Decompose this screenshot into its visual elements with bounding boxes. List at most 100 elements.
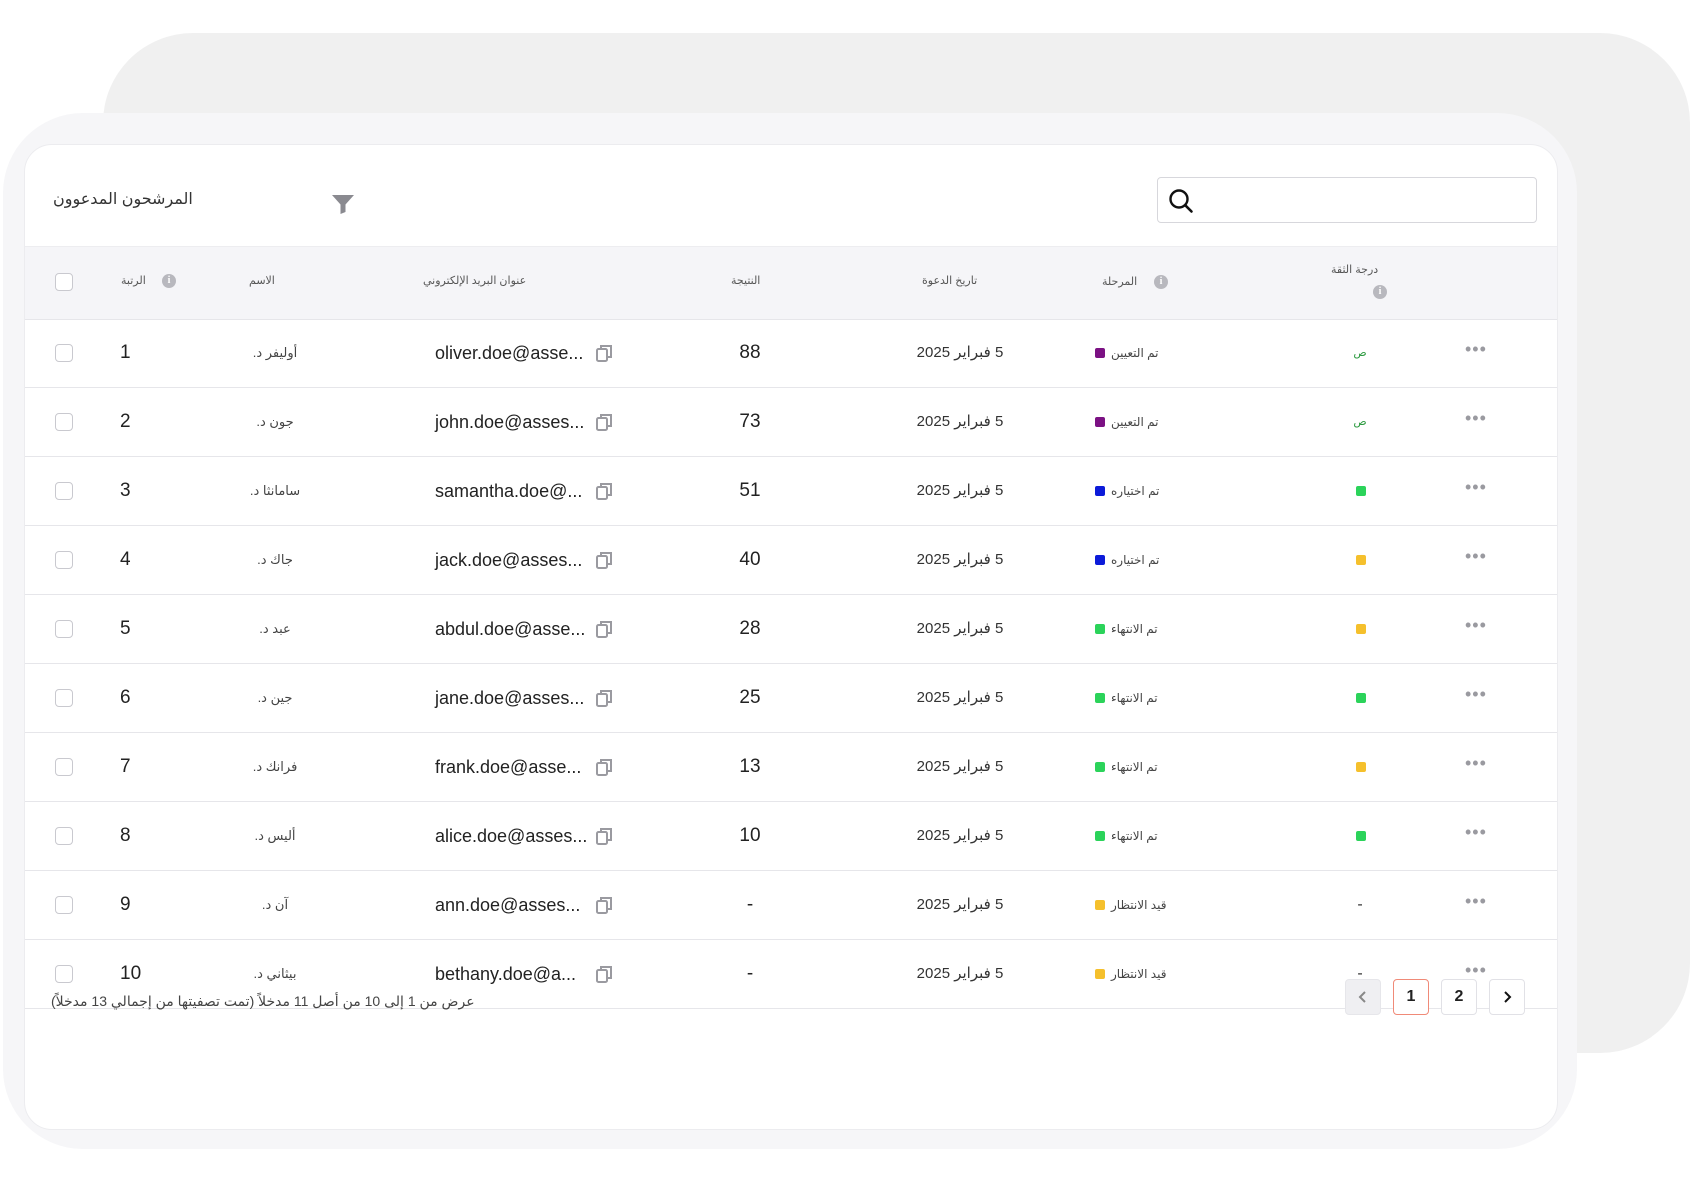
pagination-page-2[interactable]: 2 xyxy=(1441,979,1477,1015)
pagination-info: عرض من 1 إلى 10 من أصل 11 مدخلاً (تمت تص… xyxy=(51,993,475,1009)
row-more-options-button[interactable]: ••• xyxy=(1465,453,1487,521)
confidence-marker xyxy=(1356,486,1366,496)
rank-info-icon[interactable]: i xyxy=(162,274,176,288)
search-input[interactable] xyxy=(1204,186,1528,214)
stage-info-icon[interactable]: i xyxy=(1154,275,1168,289)
table-row[interactable]: 7 فرانك د. frank.doe@asse... 13 5 فبراير 202… xyxy=(25,733,1557,802)
row-more-options-button[interactable]: ••• xyxy=(1465,660,1487,728)
row-more-options-button[interactable]: ••• xyxy=(1465,384,1487,452)
header-email: عنوان البريد الإلكتروني xyxy=(423,275,527,287)
row-more-options-button[interactable]: ••• xyxy=(1465,522,1487,590)
row-email: jane.doe@asses... xyxy=(435,688,585,708)
row-invite-date: 5 فبراير 2025 xyxy=(916,551,1004,568)
pagination-page-1[interactable]: 1 xyxy=(1393,979,1429,1015)
stage-label: قيد الانتظار xyxy=(1111,967,1167,981)
row-confidence: ص xyxy=(1345,319,1375,387)
row-checkbox[interactable] xyxy=(55,827,73,845)
row-checkbox[interactable] xyxy=(55,689,73,707)
table-body: 1 أوليفر د. oliver.doe@asse... 88 5 فبراير 2… xyxy=(25,319,1557,1009)
row-more-options-button[interactable]: ••• xyxy=(1465,591,1487,659)
copy-icon[interactable] xyxy=(594,412,614,432)
row-rank: 2 xyxy=(120,411,131,432)
table-title: المرشحون المدعوون xyxy=(53,191,193,208)
stage-color-marker xyxy=(1095,555,1105,565)
copy-icon[interactable] xyxy=(594,826,614,846)
row-name: جين د. xyxy=(257,690,293,705)
stage-color-marker xyxy=(1095,900,1105,910)
select-all-checkbox[interactable] xyxy=(55,273,73,291)
row-name: آن د. xyxy=(261,897,289,912)
copy-icon[interactable] xyxy=(594,481,614,501)
row-invite-date: 5 فبراير 2025 xyxy=(916,689,1004,706)
row-confidence xyxy=(1345,526,1375,594)
row-more-options-button[interactable]: ••• xyxy=(1465,798,1487,866)
row-more-options-button[interactable]: ••• xyxy=(1465,729,1487,797)
confidence-marker xyxy=(1356,624,1366,634)
table-row[interactable]: 8 أليس د. alice.doe@asses... 10 5 فبراير 202… xyxy=(25,802,1557,871)
stage-label: تم التعيين xyxy=(1111,415,1159,429)
row-rank: 4 xyxy=(120,549,131,570)
row-name: جون د. xyxy=(256,414,294,429)
copy-icon[interactable] xyxy=(594,550,614,570)
row-checkbox[interactable] xyxy=(55,344,73,362)
confidence-marker xyxy=(1356,693,1366,703)
header-stage: المرحلة xyxy=(1102,276,1138,288)
chevron-right-icon xyxy=(1504,991,1512,1003)
stage-color-marker xyxy=(1095,486,1105,496)
table-row[interactable]: 5 عبد د. abdul.doe@asse... 28 5 فبراير 2025 ت… xyxy=(25,595,1557,664)
row-email: john.doe@asses... xyxy=(435,412,585,432)
row-result: 88 xyxy=(739,342,761,363)
row-checkbox[interactable] xyxy=(55,413,73,431)
row-email: abdul.doe@asse... xyxy=(435,619,586,639)
copy-icon[interactable] xyxy=(594,964,614,984)
confidence-marker xyxy=(1356,762,1366,772)
table-row[interactable]: 2 جون د. john.doe@asses... 73 5 فبراير 2025 ت… xyxy=(25,388,1557,457)
row-checkbox[interactable] xyxy=(55,551,73,569)
row-invite-date: 5 فبراير 2025 xyxy=(916,827,1004,844)
row-checkbox[interactable] xyxy=(55,896,73,914)
row-email: alice.doe@asses... xyxy=(435,826,588,846)
row-invite-date: 5 فبراير 2025 xyxy=(916,758,1004,775)
stage-label: تم اختياره xyxy=(1111,484,1160,498)
row-result: 10 xyxy=(739,825,761,846)
row-result: 40 xyxy=(739,549,761,570)
row-result: 28 xyxy=(739,618,761,639)
pagination-prev-button[interactable] xyxy=(1345,979,1381,1015)
row-result: 25 xyxy=(739,687,761,708)
row-name: جاك د. xyxy=(257,552,293,567)
copy-icon[interactable] xyxy=(594,688,614,708)
table-row[interactable]: 1 أوليفر د. oliver.doe@asse... 88 5 فبراير 2… xyxy=(25,319,1557,388)
copy-icon[interactable] xyxy=(594,619,614,639)
confidence-marker xyxy=(1356,555,1366,565)
row-checkbox[interactable] xyxy=(55,482,73,500)
row-result: 73 xyxy=(739,411,761,432)
table-row[interactable]: 6 جين د. jane.doe@asses... 25 5 فبراير 2025 ت… xyxy=(25,664,1557,733)
row-checkbox[interactable] xyxy=(55,965,73,983)
stage-color-marker xyxy=(1095,624,1105,634)
table-row[interactable]: 3 سامانثا د. samantha.doe@... 51 5 فبراير 20… xyxy=(25,457,1557,526)
candidates-table-panel: المرشحون المدعوون الرتبة i الاسم عنوان ا… xyxy=(24,144,1558,1130)
row-invite-date: 5 فبراير 2025 xyxy=(916,482,1004,499)
search-box[interactable] xyxy=(1157,177,1537,223)
confidence-info-icon[interactable]: i xyxy=(1373,285,1387,299)
header-confidence: درجة الثقة xyxy=(1331,264,1379,276)
row-checkbox[interactable] xyxy=(55,620,73,638)
row-more-options-button[interactable]: ••• xyxy=(1465,315,1487,383)
pagination-next-button[interactable] xyxy=(1489,979,1525,1015)
row-confidence xyxy=(1345,595,1375,663)
stage-label: قيد الانتظار xyxy=(1111,898,1167,912)
row-more-options-button[interactable]: ••• xyxy=(1465,867,1487,935)
copy-icon[interactable] xyxy=(594,343,614,363)
copy-icon[interactable] xyxy=(594,895,614,915)
row-name: عبد د. xyxy=(259,621,291,636)
table-row[interactable]: 4 جاك د. jack.doe@asses... 40 5 فبراير 2025 ت… xyxy=(25,526,1557,595)
row-email: ann.doe@asses... xyxy=(435,895,581,915)
header-name: الاسم xyxy=(249,275,275,287)
row-checkbox[interactable] xyxy=(55,758,73,776)
table-row[interactable]: 9 آن د. ann.doe@asses... - 5 فبراير 2025 قيد … xyxy=(25,871,1557,940)
row-confidence xyxy=(1345,733,1375,801)
copy-icon[interactable] xyxy=(594,757,614,777)
filter-icon[interactable] xyxy=(331,193,355,215)
row-invite-date: 5 فبراير 2025 xyxy=(916,965,1004,982)
row-confidence xyxy=(1345,457,1375,525)
